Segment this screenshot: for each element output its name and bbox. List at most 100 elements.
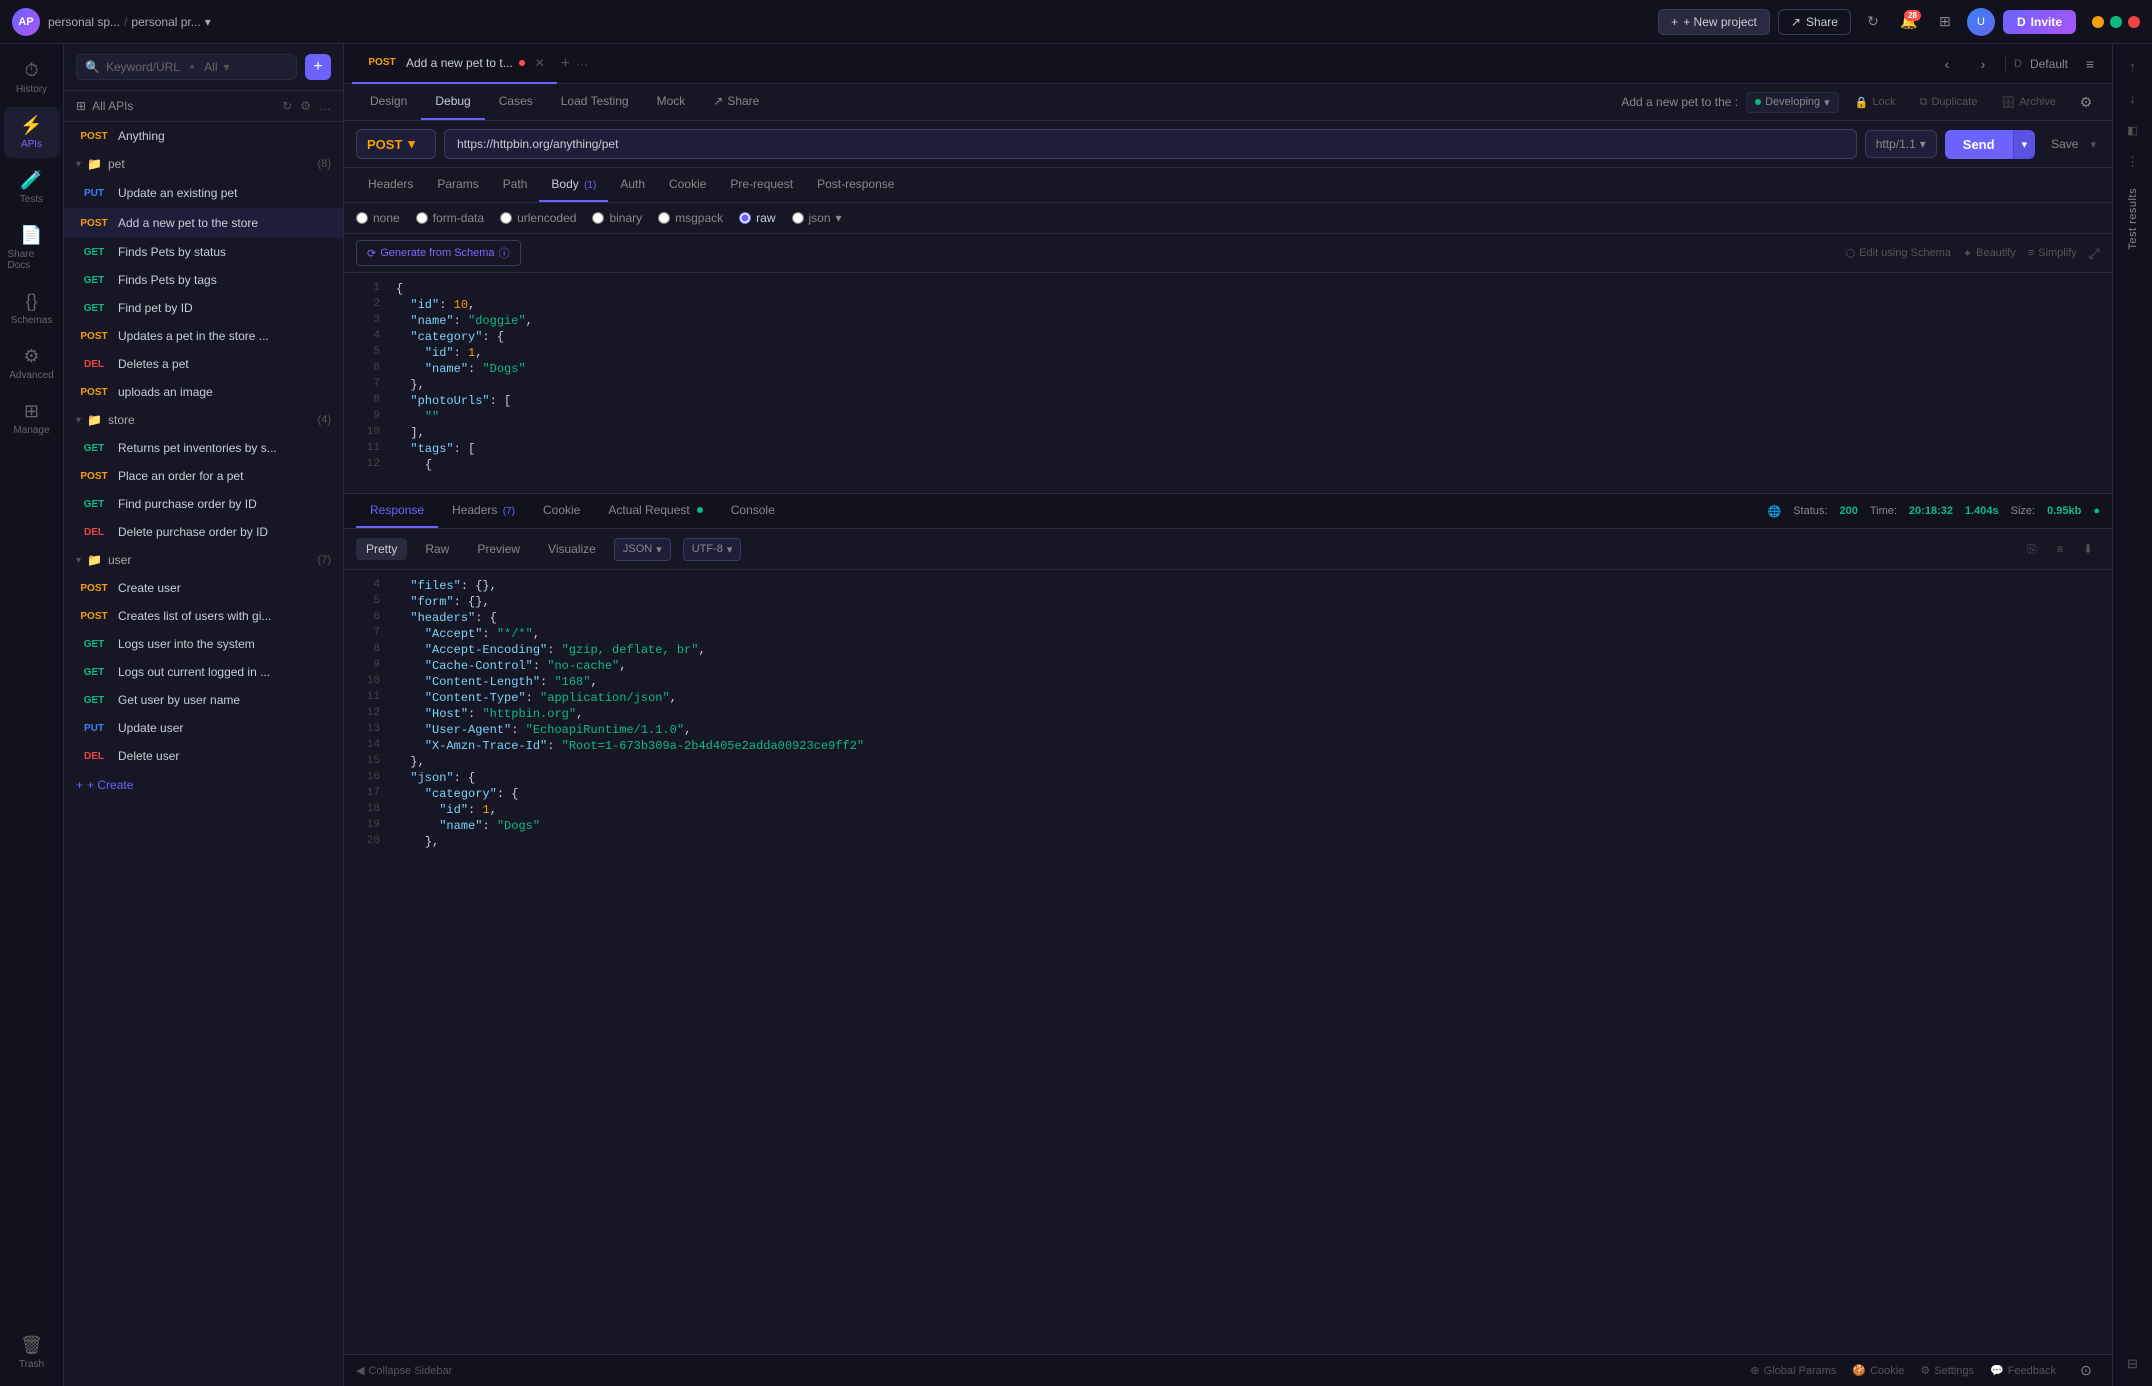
create-button[interactable]: + + Create xyxy=(64,770,343,800)
api-item-get-pets-tags[interactable]: GET Finds Pets by tags xyxy=(64,266,343,294)
format-tab-raw[interactable]: Raw xyxy=(415,538,459,560)
nav-tab-design[interactable]: Design xyxy=(356,84,421,120)
sidebar-item-share-docs[interactable]: 📄 Share Docs xyxy=(4,217,60,279)
body-tab-headers[interactable]: Headers xyxy=(356,168,425,202)
right-panel-btn-1[interactable]: ↑ xyxy=(2119,52,2147,80)
url-input[interactable] xyxy=(444,129,1857,159)
api-group-pet[interactable]: ▾ 📁 pet (8) xyxy=(64,150,343,178)
format-tab-preview[interactable]: Preview xyxy=(467,538,530,560)
sidebar-item-trash[interactable]: 🗑 Trash xyxy=(4,1327,60,1378)
api-group-user[interactable]: ▾ 📁 user (7) xyxy=(64,546,343,574)
tab-nav-next[interactable]: › xyxy=(1969,50,1997,78)
api-item-get-order[interactable]: GET Find purchase order by ID xyxy=(64,490,343,518)
feedback-button[interactable]: 💬 Feedback xyxy=(1990,1364,2056,1377)
settings-apis-icon[interactable]: ⚙ xyxy=(300,99,311,113)
sidebar-item-schemas[interactable]: {} Schemas xyxy=(4,283,60,334)
add-api-button[interactable]: + xyxy=(305,54,331,80)
user-avatar[interactable]: U xyxy=(1967,8,1995,36)
body-type-json[interactable]: json ▾ xyxy=(792,211,842,225)
body-type-binary[interactable]: binary xyxy=(592,211,642,225)
api-item-post-update-pet[interactable]: POST Updates a pet in the store ... xyxy=(64,322,343,350)
send-dropdown-button[interactable]: ▾ xyxy=(2013,130,2036,159)
bottom-more-icon[interactable]: ⊙ xyxy=(2072,1357,2100,1385)
response-tab-actual-request[interactable]: Actual Request xyxy=(594,494,716,528)
generate-from-schema-button[interactable]: ⟳ Generate from Schema ⓘ xyxy=(356,240,521,266)
env-badge[interactable]: Developing ▾ xyxy=(1746,92,1839,113)
api-item-get-login[interactable]: GET Logs user into the system xyxy=(64,630,343,658)
api-item-del-user[interactable]: DEL Delete user xyxy=(64,742,343,770)
api-group-store[interactable]: ▾ 📁 store (4) xyxy=(64,406,343,434)
cookie-button[interactable]: 🍪 Cookie xyxy=(1852,1364,1904,1377)
response-tab-console[interactable]: Console xyxy=(717,494,789,528)
tab-close-icon[interactable]: ✕ xyxy=(535,56,545,70)
new-project-button[interactable]: + + New project xyxy=(1658,9,1770,35)
nav-action-archive[interactable]: 🗄 Archive xyxy=(1993,92,2064,113)
tab-more-icon[interactable]: ··· xyxy=(576,57,588,71)
sidebar-item-advanced[interactable]: ⚙ Advanced xyxy=(4,338,60,389)
beautify-button[interactable]: ✦ Beautify xyxy=(1963,247,2016,260)
expand-editor-button[interactable]: ⤢ xyxy=(2089,245,2100,262)
tab-nav-prev[interactable]: ‹ xyxy=(1933,50,1961,78)
api-item-del-pet[interactable]: DEL Deletes a pet xyxy=(64,350,343,378)
api-item-get-inventory[interactable]: GET Returns pet inventories by s... xyxy=(64,434,343,462)
api-item-get-pets-status[interactable]: GET Finds Pets by status xyxy=(64,238,343,266)
simplify-button[interactable]: ≡ Simplify xyxy=(2028,247,2077,260)
collapse-sidebar-button[interactable]: ◀ Collapse Sidebar xyxy=(356,1364,452,1377)
nav-tab-mock[interactable]: Mock xyxy=(643,84,700,120)
right-panel-btn-3[interactable]: ◧ xyxy=(2119,116,2147,144)
response-tab-cookie[interactable]: Cookie xyxy=(529,494,594,528)
api-item-post-upload[interactable]: POST uploads an image xyxy=(64,378,343,406)
nav-tab-share[interactable]: ↗ Share xyxy=(699,84,773,120)
tab-add-button[interactable]: + xyxy=(561,55,570,73)
nav-tab-debug[interactable]: Debug xyxy=(421,84,484,120)
api-item-post-users-list[interactable]: POST Creates list of users with gi... xyxy=(64,602,343,630)
global-params-button[interactable]: ⊕ Global Params xyxy=(1750,1364,1836,1377)
body-tab-pre-request[interactable]: Pre-request xyxy=(718,168,805,202)
api-item-post-pet-active[interactable]: POST Add a new pet to the store ··· xyxy=(64,208,343,238)
grid-button[interactable]: ⊞ xyxy=(1931,8,1959,36)
api-item-del-order[interactable]: DEL Delete purchase order by ID xyxy=(64,518,343,546)
right-panel-layout-icon[interactable]: ⊟ xyxy=(2119,1350,2147,1378)
body-type-form-data[interactable]: form-data xyxy=(416,211,484,225)
api-item-get-pet-id[interactable]: GET Find pet by ID xyxy=(64,294,343,322)
format-select-json[interactable]: JSON ▾ xyxy=(614,538,671,561)
copy-response-button[interactable]: ⎘ xyxy=(2020,537,2044,561)
response-tab-headers[interactable]: Headers (7) xyxy=(438,494,529,528)
nav-settings-icon[interactable]: ⚙ xyxy=(2072,88,2100,116)
api-item-get-user-name[interactable]: GET Get user by user name xyxy=(64,686,343,714)
response-tab-response[interactable]: Response xyxy=(356,494,438,528)
minimize-button[interactable] xyxy=(2092,16,2104,28)
api-item-put-user[interactable]: PUT Update user xyxy=(64,714,343,742)
nav-tab-cases[interactable]: Cases xyxy=(485,84,547,120)
close-button[interactable] xyxy=(2128,16,2140,28)
format-tab-visualize[interactable]: Visualize xyxy=(538,538,606,560)
body-tab-params[interactable]: Params xyxy=(425,168,490,202)
sidebar-item-tests[interactable]: 🧪 Tests xyxy=(4,162,60,213)
api-item-get-logout[interactable]: GET Logs out current logged in ... xyxy=(64,658,343,686)
nav-tab-load-testing[interactable]: Load Testing xyxy=(547,84,643,120)
api-item-post-order[interactable]: POST Place an order for a pet xyxy=(64,462,343,490)
refresh-apis-icon[interactable]: ↻ xyxy=(282,99,292,113)
body-type-msgpack[interactable]: msgpack xyxy=(658,211,723,225)
http-version-select[interactable]: http/1.1 ▾ xyxy=(1865,130,1937,158)
right-panel-btn-2[interactable]: ↓ xyxy=(2119,84,2147,112)
body-tab-auth[interactable]: Auth xyxy=(608,168,657,202)
format-select-encoding[interactable]: UTF-8 ▾ xyxy=(683,538,742,561)
api-item-anything[interactable]: POST Anything xyxy=(64,122,343,150)
body-tab-body[interactable]: Body (1) xyxy=(539,168,608,202)
nav-action-lock[interactable]: 🔒 Lock xyxy=(1847,92,1904,113)
more-apis-icon[interactable]: … xyxy=(319,99,331,113)
sidebar-item-manage[interactable]: ⊞ Manage xyxy=(4,393,60,444)
tab-post-pet[interactable]: POST Add a new pet to t... ✕ xyxy=(352,44,557,84)
body-tab-post-response[interactable]: Post-response xyxy=(805,168,906,202)
download-response-button[interactable]: ⬇ xyxy=(2076,537,2100,561)
body-type-none[interactable]: none xyxy=(356,211,400,225)
body-tab-path[interactable]: Path xyxy=(491,168,540,202)
maximize-button[interactable] xyxy=(2110,16,2122,28)
edit-schema-button[interactable]: ⬡ Edit using Schema xyxy=(1846,247,1951,260)
code-editor[interactable]: 1 { 2 "id": 10, 3 "name": "doggie", 4 "c… xyxy=(344,273,2112,493)
settings-button[interactable]: ⚙ Settings xyxy=(1920,1364,1974,1377)
sidebar-item-history[interactable]: ⏱ History xyxy=(4,52,60,103)
share-button[interactable]: ↗ Share xyxy=(1778,9,1851,35)
notifications-button[interactable]: 🔔 28 xyxy=(1895,8,1923,36)
